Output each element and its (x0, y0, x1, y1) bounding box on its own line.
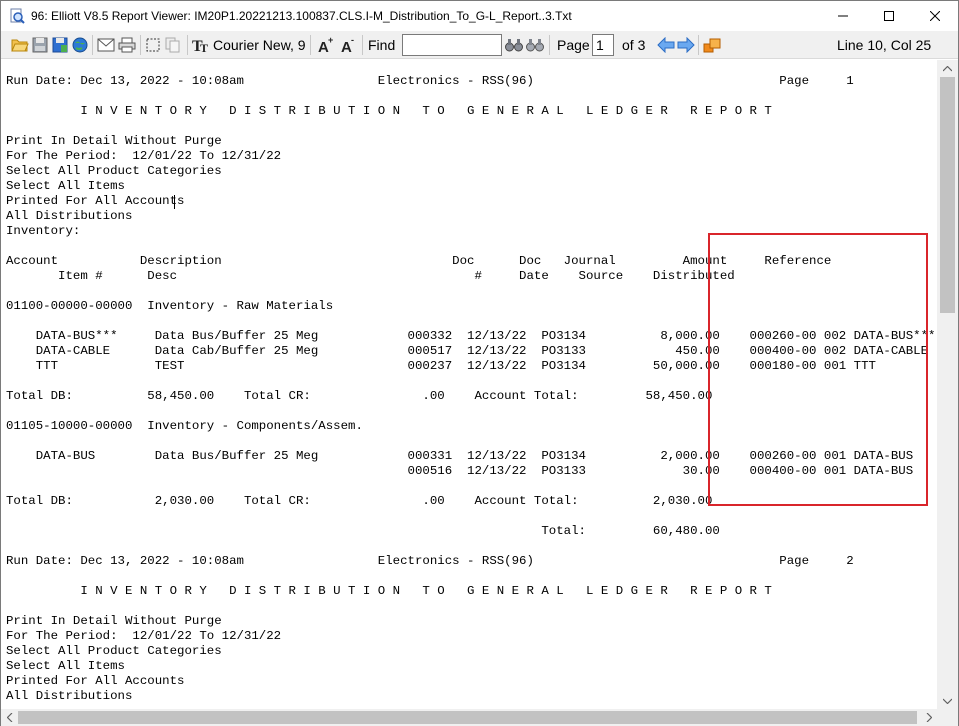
chevron-right-icon (926, 713, 932, 722)
report-line: Select All Product Categories (6, 164, 222, 178)
save-icon (32, 37, 48, 53)
web-button[interactable] (72, 35, 88, 55)
report-line: I N V E N T O R Y D I S T R I B U T I O … (6, 104, 772, 118)
minimize-icon (838, 15, 848, 17)
scroll-corner (937, 709, 958, 726)
select-all-button[interactable] (145, 35, 161, 55)
horizontal-scroll-thumb[interactable] (18, 711, 917, 724)
increase-font-button[interactable]: A + (317, 35, 335, 55)
report-line: Printed For All Accounts (6, 194, 185, 208)
report-line: Run Date: Dec 13, 2022 - 10:08am Electro… (6, 74, 854, 88)
prev-page-button[interactable] (657, 35, 675, 55)
report-line (6, 89, 935, 104)
increase-font-icon: A + (318, 36, 333, 54)
binoculars-next-icon (505, 39, 523, 52)
save-as-button[interactable] (52, 35, 68, 55)
find-prev-button[interactable] (526, 35, 544, 55)
chevron-up-icon (943, 65, 952, 71)
find-input[interactable] (402, 34, 502, 56)
open-folder-icon (11, 39, 29, 52)
window-title: 96: Elliott V8.5 Report Viewer: IM20P1.2… (31, 9, 572, 23)
scroll-down-button[interactable] (937, 692, 958, 709)
horizontal-scrollbar[interactable] (1, 709, 937, 726)
globe-icon (72, 37, 88, 53)
report-line: All Distributions (6, 209, 133, 223)
vertical-scroll-thumb[interactable] (940, 77, 955, 313)
report-line (6, 509, 935, 524)
svg-text:-: - (351, 36, 354, 45)
report-line: Run Date: Dec 13, 2022 - 10:08am Electro… (6, 554, 854, 568)
close-icon (930, 11, 940, 21)
report-viewer-window: 96: Elliott V8.5 Report Viewer: IM20P1.2… (0, 0, 959, 726)
scroll-up-button[interactable] (937, 60, 958, 77)
copy-icon (165, 37, 180, 53)
report-line: Print In Detail Without Purge (6, 614, 222, 628)
select-icon (146, 38, 160, 52)
decrease-font-button[interactable]: A- (340, 35, 358, 55)
find-label-container: Find (368, 35, 395, 55)
report-line (6, 569, 935, 584)
export-icon (703, 38, 721, 53)
report-line: Total: 60,480.00 (6, 524, 720, 538)
save-as-icon (52, 37, 68, 53)
close-button[interactable] (912, 1, 958, 31)
report-line: All Distributions (6, 689, 133, 703)
report-line: For The Period: 12/01/22 To 12/31/22 (6, 149, 282, 163)
report-line: Select All Product Categories (6, 644, 222, 658)
page-label-container: Page (557, 35, 590, 55)
title-bar[interactable]: 96: Elliott V8.5 Report Viewer: IM20P1.2… (1, 1, 958, 31)
arrow-right-icon (677, 37, 695, 53)
chevron-left-icon (6, 713, 12, 722)
email-button[interactable] (97, 35, 115, 55)
report-line (6, 119, 935, 134)
export-button[interactable] (703, 35, 721, 55)
cursor-position-container: Line 10, Col 25 (837, 35, 931, 55)
page-label: Page (557, 37, 590, 53)
report-line (6, 539, 935, 554)
maximize-icon (884, 11, 894, 21)
find-next-button[interactable] (505, 35, 523, 55)
vertical-scrollbar[interactable] (937, 60, 958, 709)
page-number-input[interactable]: 1 (592, 34, 614, 56)
maximize-button[interactable] (866, 1, 912, 31)
svg-text:T: T (200, 41, 208, 54)
copy-button[interactable] (165, 35, 181, 55)
report-line: Select All Items (6, 659, 125, 673)
binoculars-prev-icon (526, 39, 544, 52)
reference-column-highlight (708, 233, 928, 506)
report-line: Select All Items (6, 179, 125, 193)
scroll-right-button[interactable] (920, 709, 937, 726)
font-button[interactable]: TT Courier New, 9 (192, 35, 306, 55)
print-button[interactable] (118, 35, 136, 55)
app-magnifier-icon (10, 8, 25, 24)
report-text-area[interactable]: Run Date: Dec 13, 2022 - 10:08am Electro… (1, 60, 937, 709)
scroll-left-button[interactable] (1, 709, 18, 726)
toolbar: TT Courier New, 9 A + A- Find Page 1 of 3 (1, 31, 958, 59)
page-total-container: of 3 (622, 35, 645, 55)
report-line: Printed For All Accounts (6, 674, 185, 688)
find-label: Find (368, 37, 396, 53)
font-icon: TT (192, 38, 208, 54)
text-caret (174, 195, 175, 209)
report-line: For The Period: 12/01/22 To 12/31/22 (6, 629, 282, 643)
page-total: of 3 (622, 37, 646, 53)
print-icon (118, 37, 136, 53)
chevron-down-icon (943, 698, 952, 704)
email-icon (97, 38, 115, 52)
report-line: I N V E N T O R Y D I S T R I B U T I O … (6, 584, 772, 598)
save-button[interactable] (32, 35, 48, 55)
cursor-position: Line 10, Col 25 (837, 37, 932, 53)
report-line (6, 599, 935, 614)
arrow-left-icon (657, 37, 675, 53)
open-button[interactable] (11, 35, 29, 55)
next-page-button[interactable] (677, 35, 695, 55)
minimize-button[interactable] (820, 1, 866, 31)
svg-text:+: + (328, 36, 333, 45)
report-line: Print In Detail Without Purge (6, 134, 222, 148)
font-label: Courier New, 9 (213, 37, 306, 53)
decrease-font-icon: A- (341, 36, 354, 54)
